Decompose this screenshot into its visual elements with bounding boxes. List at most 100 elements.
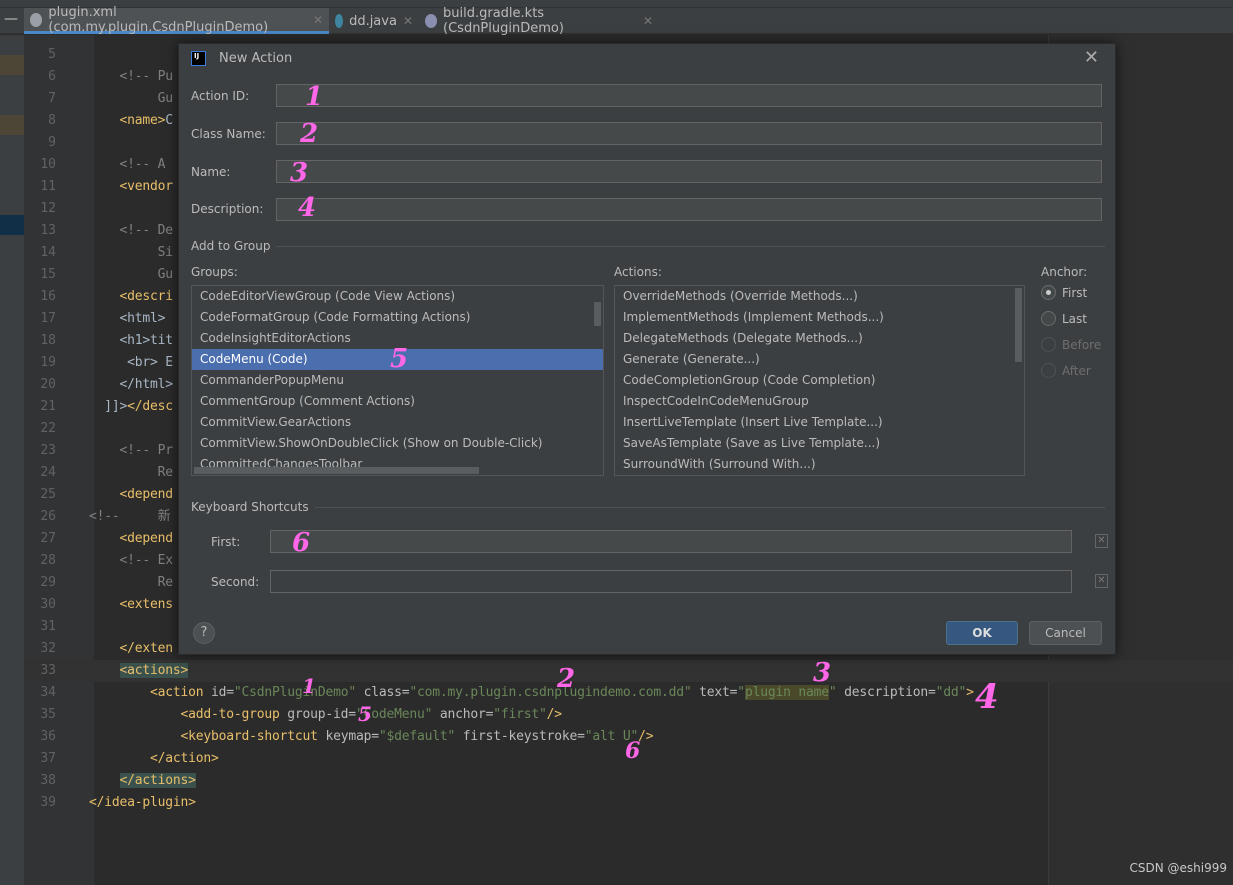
line-number: 28: [40, 553, 56, 568]
line-number: 14: [40, 245, 56, 260]
close-icon[interactable]: ✕: [1084, 47, 1099, 68]
tab-2[interactable]: build.gradle.kts (CsdnPluginDemo) ✕: [419, 6, 659, 36]
anchor-radio-first[interactable]: First: [1041, 285, 1087, 300]
line-text: Gu: [89, 88, 173, 110]
cancel-button[interactable]: Cancel: [1029, 621, 1102, 645]
action-item[interactable]: SaveAsTemplate (Save as Live Template...…: [615, 433, 1024, 454]
minimize-icon[interactable]: —: [4, 11, 18, 27]
code-token: <!-- Pr: [89, 443, 174, 458]
group-item[interactable]: CodeFormatGroup (Code Formatting Actions…: [192, 307, 603, 328]
line-number: 21: [40, 399, 56, 414]
ok-button[interactable]: OK: [946, 621, 1018, 645]
action-item[interactable]: InspectCodeInCodeMenuGroup: [615, 391, 1024, 412]
anchor-radio-last[interactable]: Last: [1041, 311, 1087, 326]
line-text: <depend: [89, 484, 174, 506]
line-number: 19: [40, 355, 56, 370]
line-number: 15: [40, 267, 56, 282]
group-item[interactable]: CommitView.ShowOnDoubleClick (Show on Do…: [192, 433, 603, 454]
group-item[interactable]: CodeEditorViewGroup (Code View Actions): [192, 286, 603, 307]
action-item[interactable]: ImplementMethods (Implement Methods...): [615, 307, 1024, 328]
code-line[interactable]: 33 <actions>: [24, 660, 1233, 682]
code-token: Si: [89, 245, 173, 260]
line-number: 17: [40, 311, 56, 326]
code-token: Re: [89, 465, 173, 480]
actions-vertical-scrollbar[interactable]: [1015, 288, 1022, 362]
code-token: <br> E: [89, 355, 173, 370]
clear-second-shortcut-icon[interactable]: ✕: [1095, 574, 1108, 588]
code-line[interactable]: 34 <action id="CsdnPluginDemo" class="co…: [24, 682, 1233, 704]
line-number: 11: [40, 179, 56, 194]
line-text: <vendor: [89, 176, 174, 198]
code-token: <actions>: [119, 663, 189, 678]
line-number: 31: [40, 619, 56, 634]
code-token: "$default": [378, 729, 456, 744]
second-shortcut-input[interactable]: [270, 570, 1072, 593]
action-item[interactable]: SurroundWith (Surround With...): [615, 454, 1024, 475]
add-to-group-heading: Add to Group: [191, 239, 271, 253]
line-number: 37: [40, 751, 56, 766]
line-number: 12: [40, 201, 56, 216]
line-number: 10: [40, 157, 56, 172]
clear-first-shortcut-icon[interactable]: ✕: [1095, 534, 1108, 548]
description-input[interactable]: [276, 198, 1102, 221]
action-item[interactable]: DelegateMethods (Delegate Methods...): [615, 328, 1024, 349]
line-text: <!-- Pr: [89, 440, 174, 462]
line-text: Re: [89, 462, 173, 484]
action-item[interactable]: Generate (Generate...): [615, 349, 1024, 370]
line-text: <!-- Pu: [89, 66, 174, 88]
line-text: <h1>tit: [89, 330, 174, 352]
code-token: </action>: [89, 751, 219, 766]
new-action-dialog: IJ New Action ✕ Action ID: Class Name: N…: [178, 43, 1116, 655]
change-marker: [0, 215, 24, 235]
line-number: 26: [40, 509, 56, 524]
line-number: 25: [40, 487, 56, 502]
code-token: description=: [836, 685, 936, 700]
first-shortcut-input[interactable]: [270, 530, 1072, 553]
tab-0[interactable]: plugin.xml (com.my.plugin.CsdnPluginDemo…: [24, 5, 329, 35]
groups-list[interactable]: CodeEditorViewGroup (Code View Actions) C…: [191, 285, 604, 476]
annotation-4-code: 4: [975, 677, 999, 717]
action-item[interactable]: CodeCompletionGroup (Code Completion): [615, 370, 1024, 391]
action-id-input[interactable]: [276, 84, 1102, 107]
line-number: 18: [40, 333, 56, 348]
line-text: </actions>: [89, 770, 196, 792]
code-token: first-keystroke=: [455, 729, 585, 744]
close-tab-icon[interactable]: ✕: [643, 14, 653, 28]
tab-label: build.gradle.kts (CsdnPluginDemo): [443, 6, 564, 36]
annotation-4: 4: [298, 193, 317, 223]
code-token: <vendor: [89, 179, 174, 194]
radio-circle-icon: [1041, 311, 1056, 326]
close-tab-icon[interactable]: ✕: [403, 14, 413, 28]
code-token: />: [546, 707, 562, 722]
group-item[interactable]: CommitView.GearActions: [192, 412, 603, 433]
actions-list[interactable]: OverrideMethods (Override Methods...) Imp…: [614, 285, 1025, 476]
group-item[interactable]: CommentGroup (Comment Actions): [192, 391, 603, 412]
groups-vertical-scrollbar[interactable]: [594, 302, 601, 326]
action-item[interactable]: InsertLiveTemplate (Insert Live Template…: [615, 412, 1024, 433]
radio-label: First: [1062, 285, 1088, 300]
anchor-radio-after: After: [1041, 363, 1091, 378]
line-text: </action>: [89, 748, 219, 770]
line-number: 20: [40, 377, 56, 392]
code-line[interactable]: 39 </idea-plugin>: [24, 792, 1233, 814]
code-token: ": [737, 685, 745, 700]
close-tab-icon[interactable]: ✕: [313, 13, 323, 27]
help-button[interactable]: ?: [193, 622, 215, 644]
annotation-6-code: 6: [625, 738, 641, 764]
code-line[interactable]: 35 <add-to-group group-id="CodeMenu" anc…: [24, 704, 1233, 726]
tab-1[interactable]: dd.java ✕: [329, 8, 419, 34]
line-text: ]]></desc: [89, 396, 173, 418]
line-number: 9: [48, 135, 56, 150]
class-name-input[interactable]: [276, 122, 1102, 145]
code-line[interactable]: 38 </actions>: [24, 770, 1233, 792]
line-number: 32: [40, 641, 56, 656]
line-number: 39: [40, 795, 56, 810]
line-number: 6: [48, 69, 56, 84]
line-text: <add-to-group group-id="CodeMenu" anchor…: [89, 704, 563, 726]
action-item[interactable]: OverrideMethods (Override Methods...): [615, 286, 1024, 307]
line-number: 16: [40, 289, 56, 304]
groups-horizontal-scrollbar[interactable]: [194, 467, 479, 474]
name-input[interactable]: [276, 160, 1102, 183]
line-text: </exten: [89, 638, 174, 660]
line-number: 13: [40, 223, 56, 238]
